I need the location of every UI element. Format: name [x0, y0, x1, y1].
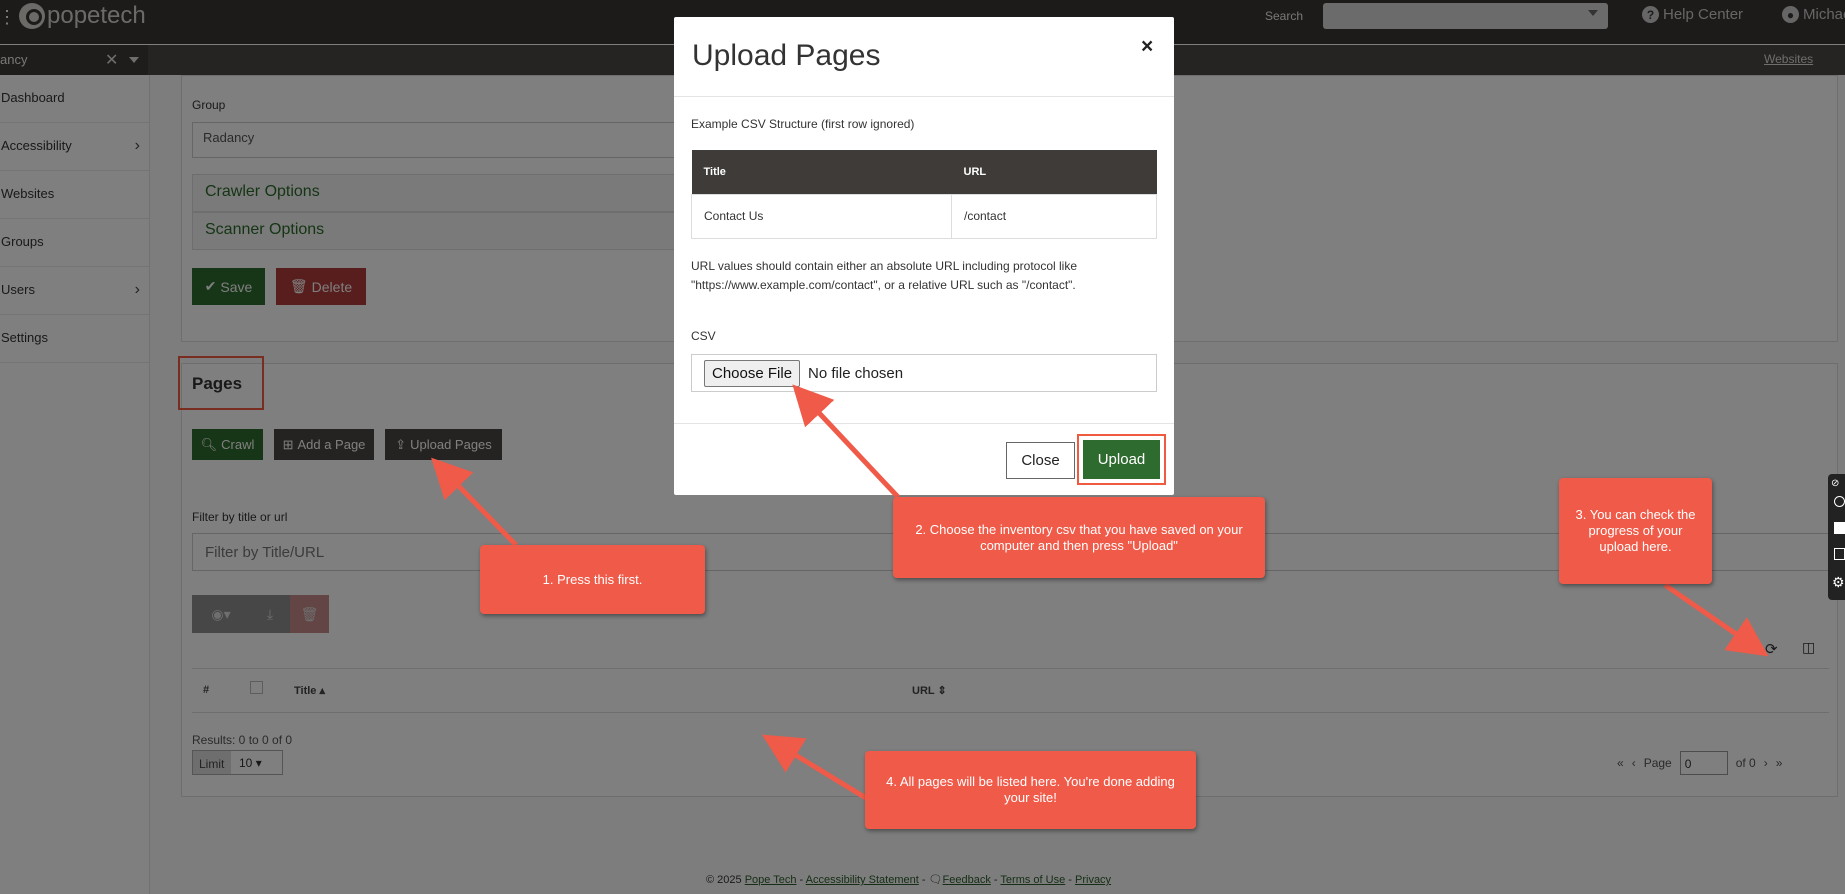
arrow-step4: [761, 734, 868, 801]
callout-step2: 2. Choose the inventory csv that you hav…: [893, 497, 1265, 578]
callout-step3: 3. You can check the progress of your up…: [1559, 478, 1712, 584]
arrow-step3: [1663, 582, 1769, 657]
callout-step4: 4. All pages will be listed here. You're…: [865, 751, 1196, 829]
callout-step1: 1. Press this first.: [480, 545, 705, 614]
arrow-step2: [792, 384, 900, 499]
arrow-step1: [431, 457, 518, 547]
